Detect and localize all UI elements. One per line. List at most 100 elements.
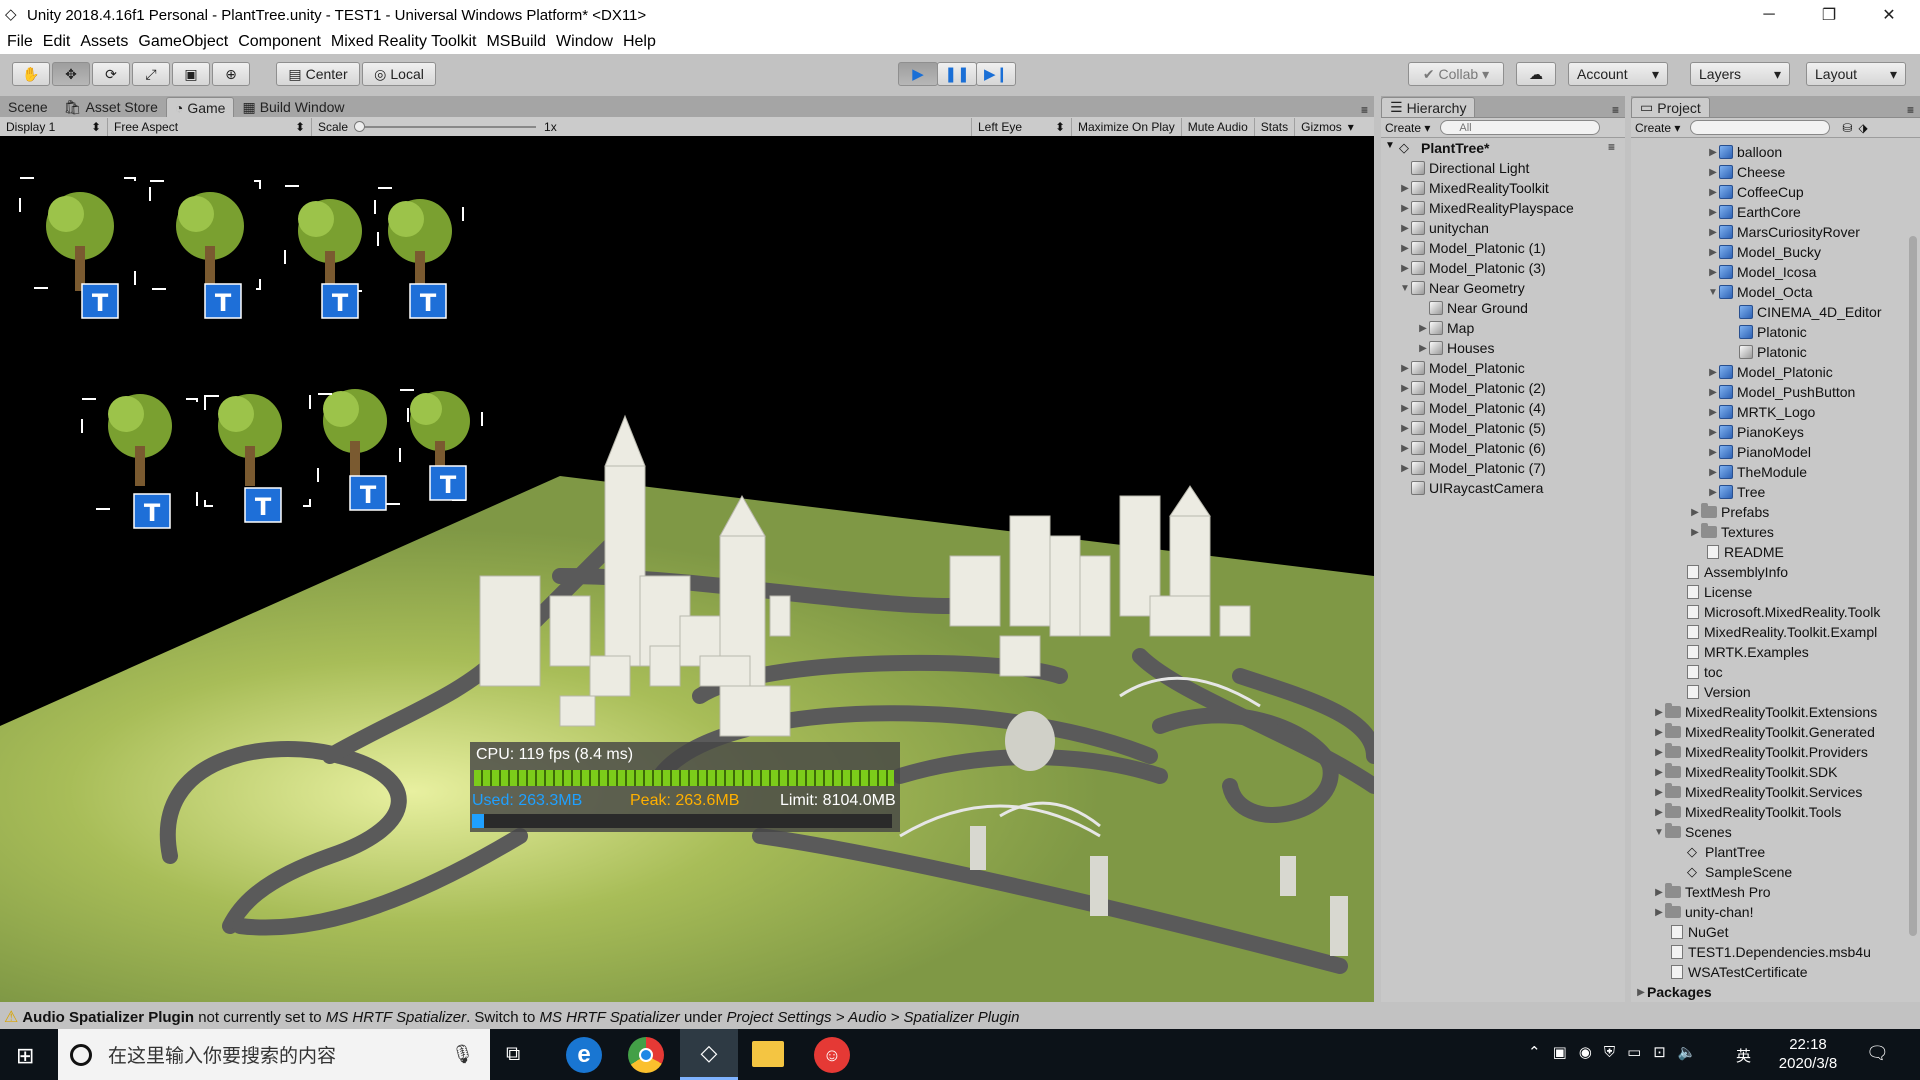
filter-icon[interactable]: ⛁ bbox=[1842, 121, 1852, 135]
notification-icon[interactable]: 🗨 bbox=[1866, 1043, 1889, 1064]
scale-tool-icon[interactable]: ⤢ bbox=[132, 62, 170, 86]
proj-item[interactable]: ▶ TextMesh Pro bbox=[1653, 882, 1771, 902]
hierarchy-create-dropdown[interactable]: Create ▾ bbox=[1385, 121, 1430, 135]
proj-item[interactable]: ▶ PianoKeys bbox=[1707, 422, 1804, 442]
proj-item[interactable]: MixedReality.Toolkit.Exampl bbox=[1687, 622, 1877, 642]
panel-menu-icon[interactable]: ≡ bbox=[1606, 103, 1625, 117]
aspect-dropdown[interactable]: Free Aspect ⬍ bbox=[108, 117, 312, 136]
hier-item[interactable]: Near Ground bbox=[1429, 298, 1528, 318]
hier-item[interactable]: ▶ Model_Platonic (1) bbox=[1399, 238, 1546, 258]
play-icon[interactable]: ▶ bbox=[898, 62, 938, 86]
microphone-icon[interactable]: 🎙 bbox=[451, 1044, 474, 1065]
proj-item[interactable]: ▶ MixedRealityToolkit.SDK bbox=[1653, 762, 1838, 782]
file-explorer-icon[interactable] bbox=[752, 1041, 784, 1067]
tab-asset-store[interactable]: 🛍 Asset Store bbox=[56, 97, 166, 117]
task-view-icon[interactable]: ⧉ bbox=[506, 1043, 520, 1066]
proj-item[interactable]: ◇ PlantTree bbox=[1687, 842, 1765, 862]
proj-item[interactable]: ◇ SampleScene bbox=[1687, 862, 1792, 882]
close-button[interactable]: ✕ bbox=[1860, 0, 1918, 30]
menu-window[interactable]: Window bbox=[556, 33, 613, 51]
hier-item[interactable]: UIRaycastCamera bbox=[1411, 478, 1543, 498]
menu-component[interactable]: Component bbox=[238, 33, 321, 51]
tab-game[interactable]: ◔ Game bbox=[165, 97, 235, 117]
proj-item[interactable]: CINEMA_4D_Editor bbox=[1739, 302, 1882, 322]
proj-item-packages[interactable]: ▶ Packages bbox=[1635, 982, 1711, 1002]
cloud-icon[interactable]: ☁ bbox=[1516, 62, 1556, 86]
edge-icon[interactable]: e bbox=[566, 1037, 602, 1073]
panel-menu-icon[interactable]: ≡ bbox=[1355, 103, 1374, 117]
proj-item[interactable]: toc bbox=[1687, 662, 1723, 682]
hierarchy-search-input[interactable] bbox=[1440, 120, 1601, 135]
proj-item[interactable]: MRTK.Examples bbox=[1687, 642, 1809, 662]
scene-header-row[interactable]: ▼ ◇ PlantTree* ≡ bbox=[1381, 138, 1625, 158]
minimize-button[interactable]: ─ bbox=[1740, 0, 1798, 30]
rect-tool-icon[interactable]: ▣ bbox=[172, 62, 210, 86]
proj-item[interactable]: TEST1.Dependencies.msb4u bbox=[1671, 942, 1871, 962]
hier-item[interactable]: ▶ Model_Platonic (4) bbox=[1399, 398, 1546, 418]
hier-item[interactable]: ▶ Map bbox=[1417, 318, 1474, 338]
app-icon[interactable]: ☺ bbox=[814, 1037, 850, 1073]
proj-item[interactable]: ▶ PianoModel bbox=[1707, 442, 1811, 462]
proj-item[interactable]: ▶ unity-chan! bbox=[1653, 902, 1753, 922]
ime-indicator[interactable]: 英 bbox=[1736, 1045, 1751, 1066]
hier-item[interactable]: ▼ Near Geometry bbox=[1399, 278, 1525, 298]
proj-item[interactable]: ▶ CoffeeCup bbox=[1707, 182, 1804, 202]
unity-taskbar-icon[interactable]: ◇ bbox=[680, 1029, 738, 1080]
proj-item[interactable]: ▶ Tree bbox=[1707, 482, 1765, 502]
maximize-on-play-button[interactable]: Maximize On Play bbox=[1072, 117, 1182, 136]
proj-item[interactable]: ▶ Model_Icosa bbox=[1707, 262, 1816, 282]
proj-item[interactable]: Platonic bbox=[1739, 342, 1807, 362]
proj-item[interactable]: ▶ TheModule bbox=[1707, 462, 1807, 482]
stats-button[interactable]: Stats bbox=[1255, 117, 1296, 136]
label-icon[interactable]: ⬗ bbox=[1858, 121, 1867, 135]
menu-assets[interactable]: Assets bbox=[80, 33, 128, 51]
proj-item[interactable]: ▶ Model_PushButton bbox=[1707, 382, 1855, 402]
move-tool-icon[interactable]: ✥ bbox=[52, 62, 90, 86]
proj-item[interactable]: License bbox=[1687, 582, 1752, 602]
gizmos-dropdown[interactable]: Gizmos ▾ bbox=[1295, 118, 1360, 136]
transform-tool-icon[interactable]: ⊕ bbox=[212, 62, 250, 86]
proj-item[interactable]: ▶ EarthCore bbox=[1707, 202, 1801, 222]
hier-item[interactable]: ▶ Model_Platonic (6) bbox=[1399, 438, 1546, 458]
layout-dropdown[interactable]: Layout ▾ bbox=[1806, 62, 1906, 86]
scene-menu-icon[interactable]: ≡ bbox=[1608, 140, 1615, 154]
menu-msbuild[interactable]: MSBuild bbox=[486, 33, 546, 51]
proj-item[interactable]: ▶ balloon bbox=[1707, 142, 1782, 162]
proj-item[interactable]: ▶ MixedRealityToolkit.Services bbox=[1653, 782, 1862, 802]
hier-item[interactable]: ▶ Model_Platonic bbox=[1399, 358, 1525, 378]
project-scrollbar[interactable] bbox=[1909, 236, 1917, 936]
proj-item[interactable]: AssemblyInfo bbox=[1687, 562, 1788, 582]
eye-dropdown[interactable]: Left Eye ⬍ bbox=[972, 117, 1072, 136]
hier-item[interactable]: ▶ MixedRealityPlayspace bbox=[1399, 198, 1574, 218]
tab-project[interactable]: ▭ Project bbox=[1631, 97, 1710, 117]
clock[interactable]: 22:18 2020/3/8 bbox=[1770, 1035, 1846, 1073]
hier-item[interactable]: ▶ Model_Platonic (5) bbox=[1399, 418, 1546, 438]
layers-dropdown[interactable]: Layers ▾ bbox=[1690, 62, 1790, 86]
game-view[interactable]: T T T T T T T T CPU: 119 fps (8.4 ms) Used: 26… bbox=[0, 136, 1374, 1002]
project-create-dropdown[interactable]: Create ▾ bbox=[1635, 121, 1680, 135]
hier-item[interactable]: ▶ Houses bbox=[1417, 338, 1494, 358]
menu-mrtk[interactable]: Mixed Reality Toolkit bbox=[331, 33, 477, 51]
proj-item[interactable]: Platonic bbox=[1739, 322, 1807, 342]
tab-build-window[interactable]: ▦ Build Window bbox=[234, 97, 352, 117]
hier-item[interactable]: ▶ Model_Platonic (7) bbox=[1399, 458, 1546, 478]
panel-menu-icon[interactable]: ≡ bbox=[1901, 103, 1920, 117]
proj-item[interactable]: ▶ MixedRealityToolkit.Tools bbox=[1653, 802, 1841, 822]
menu-gameobject[interactable]: GameObject bbox=[138, 33, 228, 51]
project-search-input[interactable] bbox=[1690, 120, 1831, 135]
proj-item[interactable]: ▶ Textures bbox=[1689, 522, 1774, 542]
proj-item[interactable]: ▶ MRTK_Logo bbox=[1707, 402, 1815, 422]
hier-item[interactable]: ▶ unitychan bbox=[1399, 218, 1489, 238]
maximize-button[interactable]: ❐ bbox=[1800, 0, 1858, 30]
hier-item[interactable]: ▶ Model_Platonic (3) bbox=[1399, 258, 1546, 278]
pause-icon[interactable]: ❚❚ bbox=[937, 62, 977, 86]
proj-item[interactable]: ▶ MixedRealityToolkit.Providers bbox=[1653, 742, 1868, 762]
pivot-center-button[interactable]: ▤ Center bbox=[276, 62, 360, 86]
display-dropdown[interactable]: Display 1 ⬍ bbox=[0, 117, 108, 136]
menu-file[interactable]: File bbox=[7, 33, 33, 51]
proj-item[interactable]: Microsoft.MixedReality.Toolk bbox=[1687, 602, 1880, 622]
chrome-icon[interactable] bbox=[628, 1037, 664, 1073]
menu-help[interactable]: Help bbox=[623, 33, 656, 51]
proj-item[interactable]: ▶ Cheese bbox=[1707, 162, 1785, 182]
proj-item[interactable]: ▶ Model_Bucky bbox=[1707, 242, 1821, 262]
